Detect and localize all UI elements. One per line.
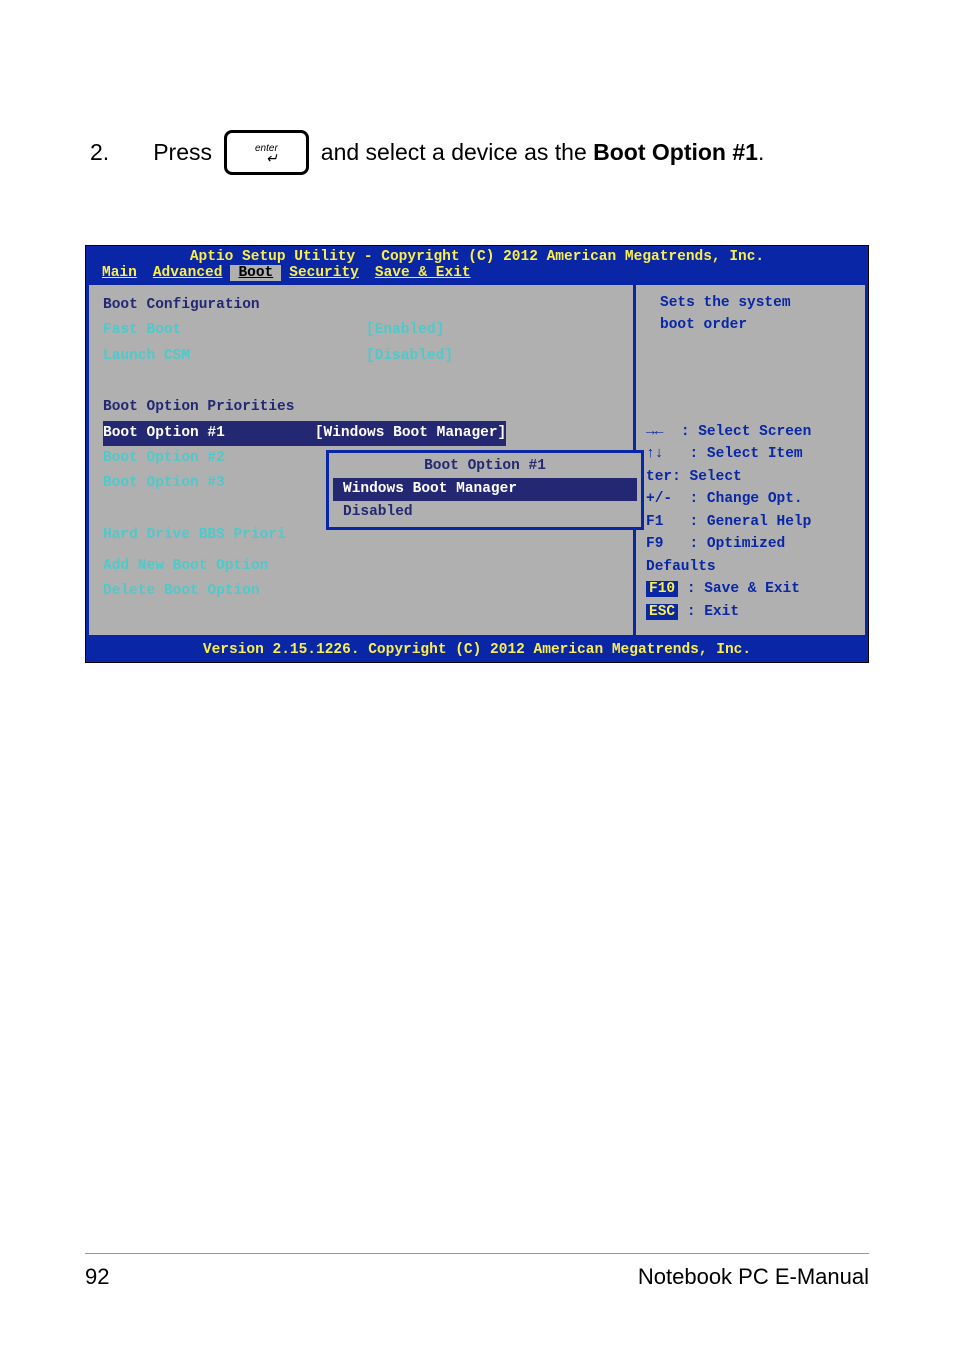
tab-security[interactable]: Security [281,265,367,281]
bios-tab-bar: Main Advanced Boot Security Save & Exit [86,265,868,283]
add-boot-row[interactable]: Add New Boot Option [103,554,619,579]
fast-boot-row[interactable]: Fast Boot [Enabled] [103,318,619,343]
help-change-opt: +/- : Change Opt. [646,488,857,510]
help-general: F1 : General Help [646,511,857,533]
popup-option-disabled[interactable]: Disabled [329,501,641,524]
tab-boot[interactable]: Boot [230,265,281,281]
press-text: Press [153,139,212,166]
step-number: 2. [90,139,109,166]
tab-advanced[interactable]: Advanced [145,265,231,281]
manual-title: Notebook PC E-Manual [638,1264,869,1290]
popup-option-windows-boot-manager[interactable]: Windows Boot Manager [333,478,637,501]
bios-right-pane: Sets the system boot order →← : Select S… [636,283,868,638]
boot-priorities-heading: Boot Option Priorities [103,395,619,420]
tab-save-exit[interactable]: Save & Exit [367,265,479,281]
bios-footer: Version 2.15.1226. Copyright (C) 2012 Am… [86,638,868,662]
instruction-text: and select a device as the Boot Option #… [321,139,765,166]
bios-window: Aptio Setup Utility - Copyright (C) 2012… [85,245,869,663]
tab-main[interactable]: Main [94,265,145,281]
instruction-step: 2. Press enter ↵ and select a device as … [90,130,869,175]
boot-option-popup: Boot Option #1 Windows Boot Manager Disa… [326,450,644,530]
help-optimized: F9 : Optimized Defaults [646,533,857,578]
bios-left-pane: Boot Configuration Fast Boot [Enabled] L… [86,283,636,638]
help-desc-2: boot order [644,315,857,337]
help-select: ter: Select [646,466,857,488]
help-select-item: ↑↓ : Select Item [646,443,857,465]
popup-title: Boot Option #1 [329,456,641,478]
delete-boot-row[interactable]: Delete Boot Option [103,579,619,604]
help-desc-1: Sets the system [644,293,857,315]
page-number: 92 [85,1264,109,1290]
boot-config-heading: Boot Configuration [103,293,619,318]
help-save-exit: F10 : Save & Exit [646,578,857,600]
bios-header-title: Aptio Setup Utility - Copyright (C) 2012… [86,246,868,265]
help-select-screen: →← : Select Screen [646,421,857,443]
launch-csm-row[interactable]: Launch CSM [Disabled] [103,344,619,369]
boot-option-1-row[interactable]: Boot Option #1 [Windows Boot Manager] [103,421,619,446]
help-exit: ESC : Exit [646,601,857,623]
enter-key-icon: enter ↵ [224,130,309,175]
